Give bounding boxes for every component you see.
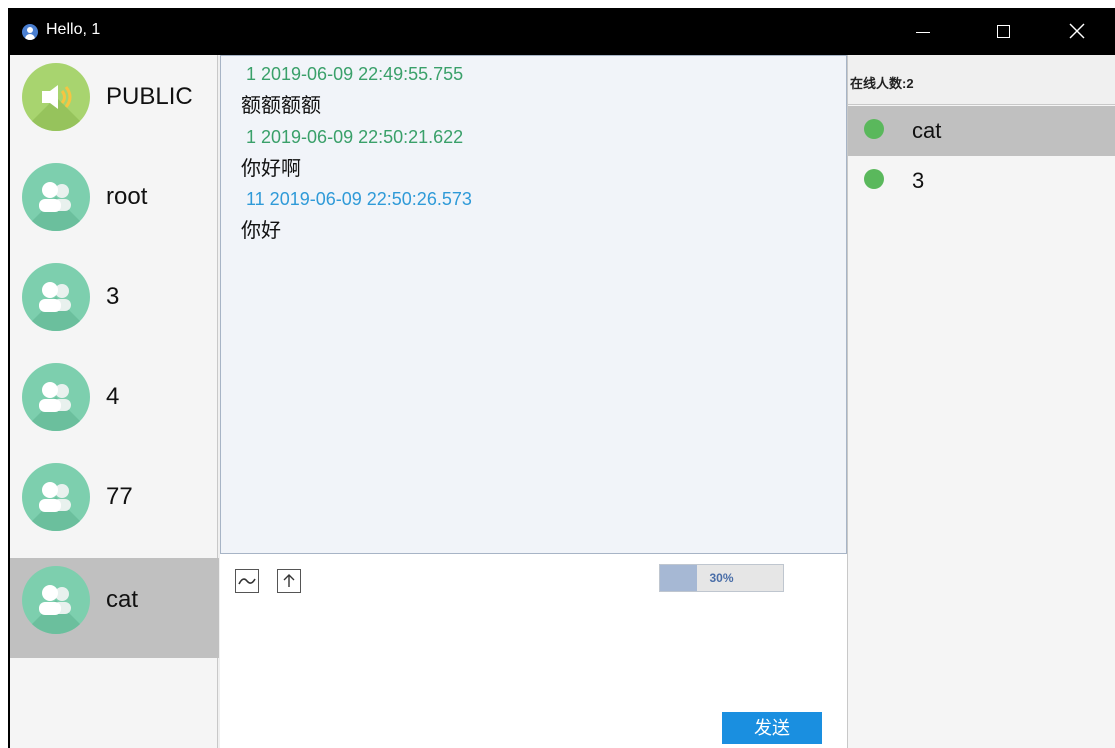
contact-name: PUBLIC bbox=[106, 83, 193, 110]
message-meta: 1 2019-06-09 22:49:55.755 bbox=[246, 64, 464, 84]
speaker-icon bbox=[22, 63, 90, 131]
message-text: 你好啊 bbox=[241, 158, 301, 180]
group-avatar-icon bbox=[22, 363, 90, 431]
online-users-panel: 在线人数:2 cat 3 bbox=[847, 55, 1115, 748]
message-log[interactable]: 1 2019-06-09 22:49:55.755 额额额额 1 2019-06… bbox=[220, 55, 847, 554]
contact-name: 77 bbox=[106, 483, 133, 510]
group-avatar-icon bbox=[22, 163, 90, 231]
send-button[interactable]: 发送 bbox=[722, 712, 822, 744]
contact-item-root[interactable]: root bbox=[10, 155, 219, 255]
contact-item-cat[interactable]: cat bbox=[10, 558, 219, 658]
group-avatar-icon bbox=[22, 263, 90, 331]
user-icon bbox=[22, 24, 38, 40]
online-status-icon bbox=[864, 169, 884, 189]
online-count: 在线人数:2 bbox=[850, 76, 914, 91]
online-user-3[interactable]: 3 bbox=[848, 156, 1115, 206]
message-text: 额额额额 bbox=[241, 95, 321, 117]
progress-label: 30% bbox=[709, 571, 734, 585]
close-button[interactable] bbox=[1050, 8, 1104, 55]
contact-item-public[interactable]: PUBLIC bbox=[10, 55, 219, 155]
contact-item-4[interactable]: 4 bbox=[10, 355, 219, 455]
online-user-name: 3 bbox=[912, 168, 925, 193]
group-avatar-icon bbox=[22, 566, 90, 634]
app-window: Hello, 1 PUBLIC root 3 4 77 cat 1 2019-0… bbox=[8, 8, 1115, 748]
upload-arrow-icon bbox=[283, 574, 295, 587]
maximize-icon bbox=[997, 25, 1010, 38]
window-title: Hello, 1 bbox=[46, 21, 101, 38]
group-avatar-icon bbox=[22, 463, 90, 531]
contact-name: cat bbox=[106, 586, 139, 613]
contact-item-3[interactable]: 3 bbox=[10, 255, 219, 355]
online-header: 在线人数:2 bbox=[848, 55, 1115, 105]
message-meta: 11 2019-06-09 22:50:26.573 bbox=[246, 189, 472, 209]
message-meta: 1 2019-06-09 22:50:21.622 bbox=[246, 127, 464, 147]
minimize-button[interactable] bbox=[896, 8, 950, 55]
upload-progress-bar: 30% bbox=[659, 564, 784, 592]
compose-area[interactable]: 30% 发送 bbox=[220, 554, 847, 748]
contact-name: 3 bbox=[106, 283, 120, 310]
wave-icon bbox=[238, 578, 256, 585]
contact-list: PUBLIC root 3 4 77 cat bbox=[8, 55, 219, 748]
close-icon bbox=[1069, 23, 1085, 39]
title-bar[interactable]: Hello, 1 bbox=[8, 8, 1115, 55]
screenshot-button[interactable] bbox=[235, 569, 259, 593]
online-status-icon bbox=[864, 119, 884, 139]
upload-button[interactable] bbox=[277, 569, 301, 593]
maximize-button[interactable] bbox=[977, 8, 1031, 55]
message-text: 你好 bbox=[241, 220, 281, 242]
online-user-cat[interactable]: cat bbox=[848, 106, 1115, 156]
contact-item-77[interactable]: 77 bbox=[10, 455, 219, 555]
contact-name: root bbox=[106, 183, 148, 210]
contact-name: 4 bbox=[106, 383, 120, 410]
minimize-icon bbox=[916, 32, 930, 33]
online-user-name: cat bbox=[912, 118, 942, 143]
